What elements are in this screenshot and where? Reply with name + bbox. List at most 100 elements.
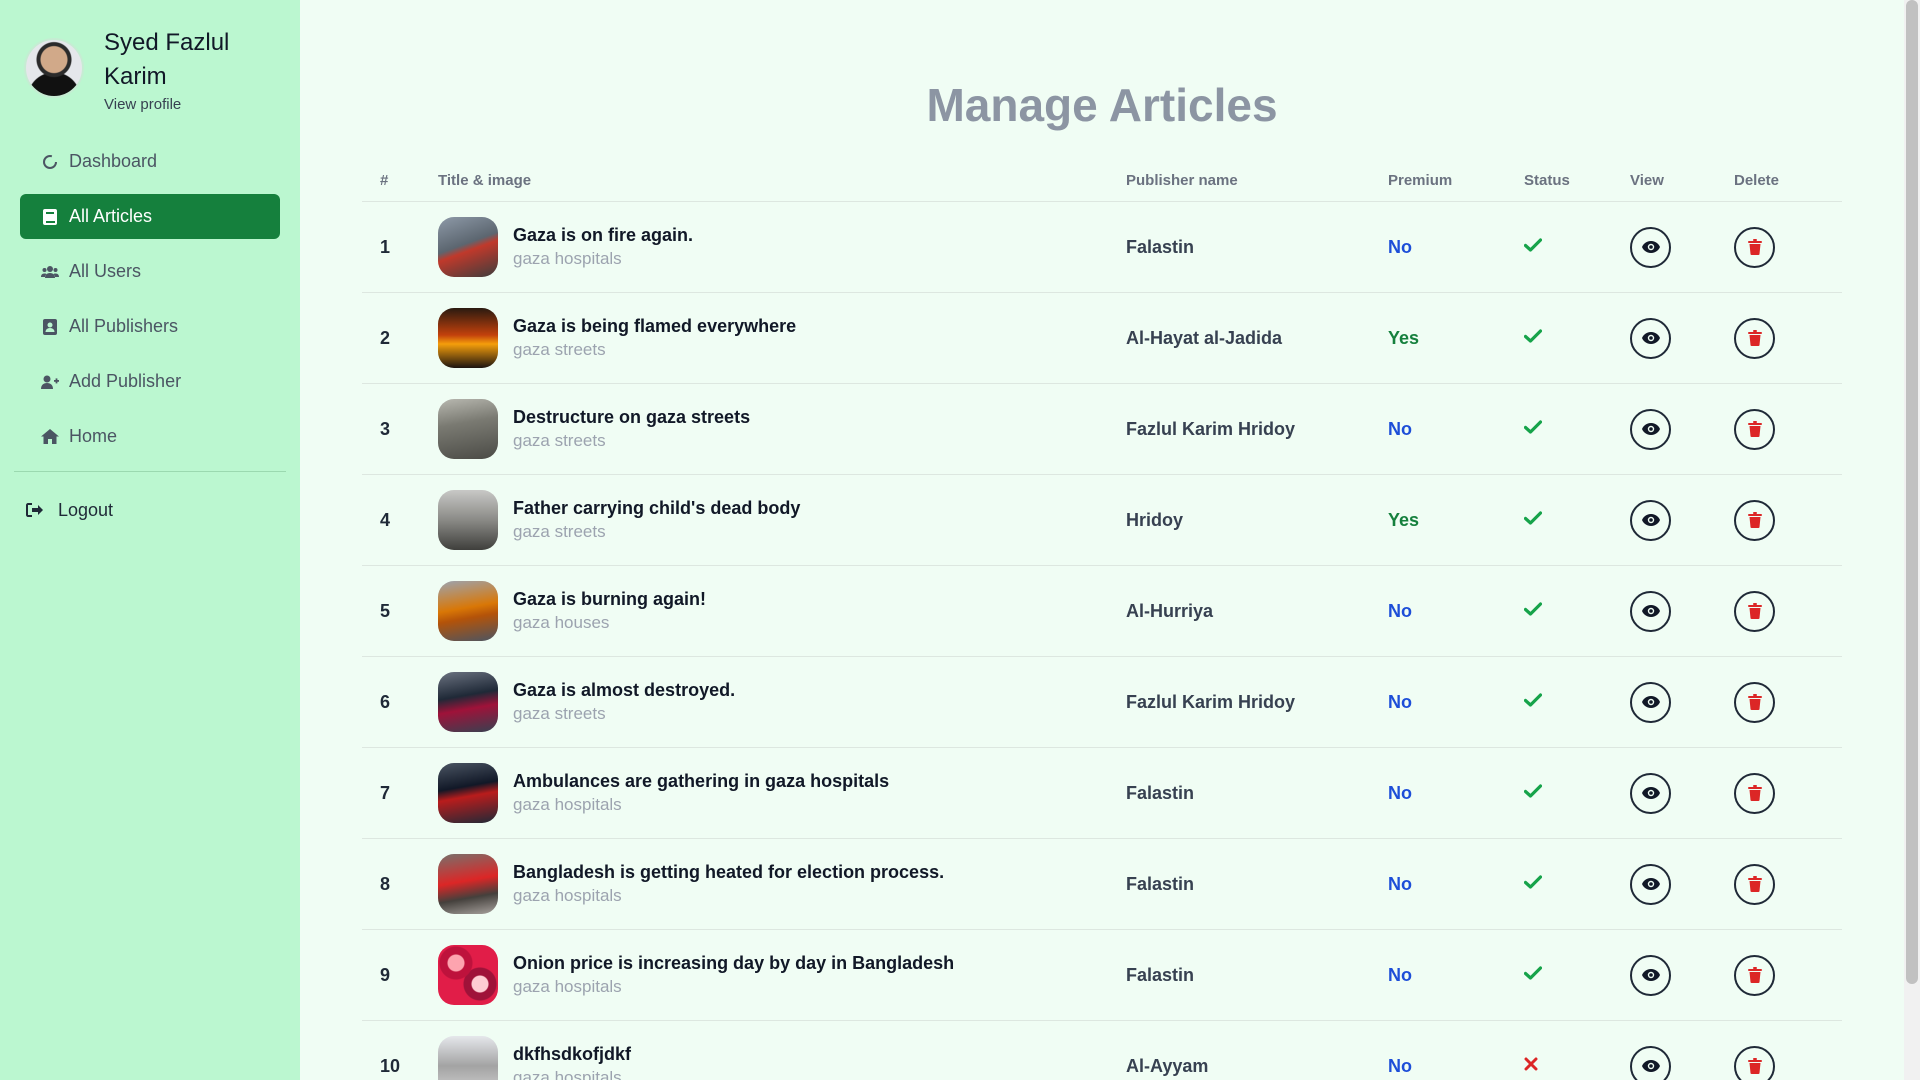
scrollbar-thumb[interactable]: [1906, 0, 1918, 984]
table-row: 1 Gaza is on fire again. gaza hospitals …: [362, 202, 1842, 293]
publisher-name: Hridoy: [1126, 509, 1184, 530]
avatar[interactable]: [24, 38, 84, 98]
article-tag: gaza houses: [513, 613, 610, 632]
delete-button[interactable]: [1734, 590, 1775, 632]
eye-icon: [1641, 969, 1660, 981]
trash-icon: [1747, 512, 1762, 528]
trash-icon: [1747, 239, 1762, 255]
delete-button[interactable]: [1734, 863, 1775, 905]
sidebar-item-all-users[interactable]: All Users: [20, 249, 280, 294]
article-tag: gaza hospitals: [513, 249, 622, 268]
view-button[interactable]: [1630, 317, 1671, 359]
article-thumbnail: [438, 399, 498, 459]
view-cell: [1630, 772, 1734, 814]
table-body: 1 Gaza is on fire again. gaza hospitals …: [362, 202, 1842, 1080]
publisher-name: Falastin: [1126, 782, 1195, 803]
article-thumbnail: [438, 217, 498, 277]
publisher-name: Al-Hurriya: [1126, 600, 1214, 621]
trash-icon: [1747, 876, 1762, 892]
eye-icon: [1641, 878, 1660, 890]
logout-button[interactable]: Logout: [0, 500, 300, 521]
sidebar-divider: [14, 471, 286, 472]
premium-value: No: [1388, 1055, 1412, 1076]
view-profile-link[interactable]: View profile: [104, 96, 244, 113]
scrollbar[interactable]: [1904, 0, 1920, 1080]
publisher-name: Al-Ayyam: [1126, 1055, 1209, 1076]
publisher-name: Fazlul Karim Hridoy: [1126, 691, 1296, 712]
sidebar-item-all-articles[interactable]: All Articles: [20, 194, 280, 239]
view-button[interactable]: [1630, 1045, 1671, 1080]
trash-icon: [1747, 694, 1762, 710]
view-button[interactable]: [1630, 772, 1671, 814]
eye-icon: [1641, 514, 1660, 526]
article-tag: gaza hospitals: [513, 795, 622, 814]
delete-button[interactable]: [1734, 317, 1775, 359]
article-tag: gaza streets: [513, 340, 606, 359]
delete-button[interactable]: [1734, 772, 1775, 814]
view-button[interactable]: [1630, 590, 1671, 632]
row-number: 8: [380, 873, 391, 894]
view-button[interactable]: [1630, 681, 1671, 723]
publisher-name: Falastin: [1126, 964, 1195, 985]
delete-button[interactable]: [1734, 1045, 1775, 1080]
sidebar-item-all-publishers[interactable]: All Publishers: [20, 304, 280, 349]
delete-cell: [1734, 499, 1842, 541]
view-button[interactable]: [1630, 408, 1671, 450]
table-row: 6 Gaza is almost destroyed. gaza streets…: [362, 657, 1842, 748]
logout-label: Logout: [58, 500, 114, 520]
article-thumbnail: [438, 490, 498, 550]
view-cell: [1630, 408, 1734, 450]
check-icon: [1523, 692, 1543, 711]
table-row: 3 Destructure on gaza streets gaza stree…: [362, 384, 1842, 475]
table-row: 10 dkfhsdkofjdkf gaza hospitals Al-Ayyam…: [362, 1021, 1842, 1080]
check-icon: [1523, 601, 1543, 620]
delete-button[interactable]: [1734, 408, 1775, 450]
view-cell: [1630, 317, 1734, 359]
table-row: 5 Gaza is burning again! gaza houses Al-…: [362, 566, 1842, 657]
delete-cell: [1734, 317, 1842, 359]
article-thumbnail: [438, 763, 498, 823]
view-button[interactable]: [1630, 226, 1671, 268]
eye-icon: [1641, 605, 1660, 617]
title-cell: Onion price is increasing day by day in …: [438, 945, 1126, 1005]
status-cell: [1522, 237, 1630, 257]
sidebar-item-add-publisher[interactable]: Add Publisher: [20, 359, 280, 404]
article-thumbnail: [438, 581, 498, 641]
book-icon: [41, 208, 59, 226]
publisher-name: Al-Hayat al-Jadida: [1126, 327, 1283, 348]
article-title: Onion price is increasing day by day in …: [513, 953, 955, 973]
delete-cell: [1734, 408, 1842, 450]
view-button[interactable]: [1630, 954, 1671, 996]
eye-icon: [1641, 1060, 1660, 1072]
article-title: Gaza is almost destroyed.: [513, 680, 736, 700]
view-button[interactable]: [1630, 863, 1671, 905]
header-num: #: [380, 172, 389, 189]
row-number: 7: [380, 782, 391, 803]
circle-notch-icon: [41, 153, 59, 171]
article-title: Gaza is on fire again.: [513, 225, 694, 245]
view-button[interactable]: [1630, 499, 1671, 541]
delete-cell: [1734, 590, 1842, 632]
status-cell: [1522, 783, 1630, 803]
delete-cell: [1734, 863, 1842, 905]
delete-button[interactable]: [1734, 681, 1775, 723]
premium-value: No: [1388, 964, 1412, 985]
row-number: 3: [380, 418, 391, 439]
status-cell: [1522, 601, 1630, 621]
article-thumbnail: [438, 1036, 498, 1080]
title-cell: Bangladesh is getting heated for electio…: [438, 854, 1126, 914]
delete-button[interactable]: [1734, 499, 1775, 541]
sidebar-item-label: All Publishers: [69, 316, 179, 336]
delete-button[interactable]: [1734, 226, 1775, 268]
eye-icon: [1641, 241, 1660, 253]
premium-value: Yes: [1388, 327, 1420, 348]
header-view: View: [1630, 172, 1664, 189]
sidebar-item-dashboard[interactable]: Dashboard: [20, 139, 280, 184]
article-thumbnail: [438, 945, 498, 1005]
sidebar-item-home[interactable]: Home: [20, 414, 280, 459]
article-tag: gaza hospitals: [513, 886, 622, 905]
view-cell: [1630, 1045, 1734, 1080]
article-thumbnail: [438, 672, 498, 732]
sidebar-item-label: Add Publisher: [69, 371, 182, 391]
delete-button[interactable]: [1734, 954, 1775, 996]
